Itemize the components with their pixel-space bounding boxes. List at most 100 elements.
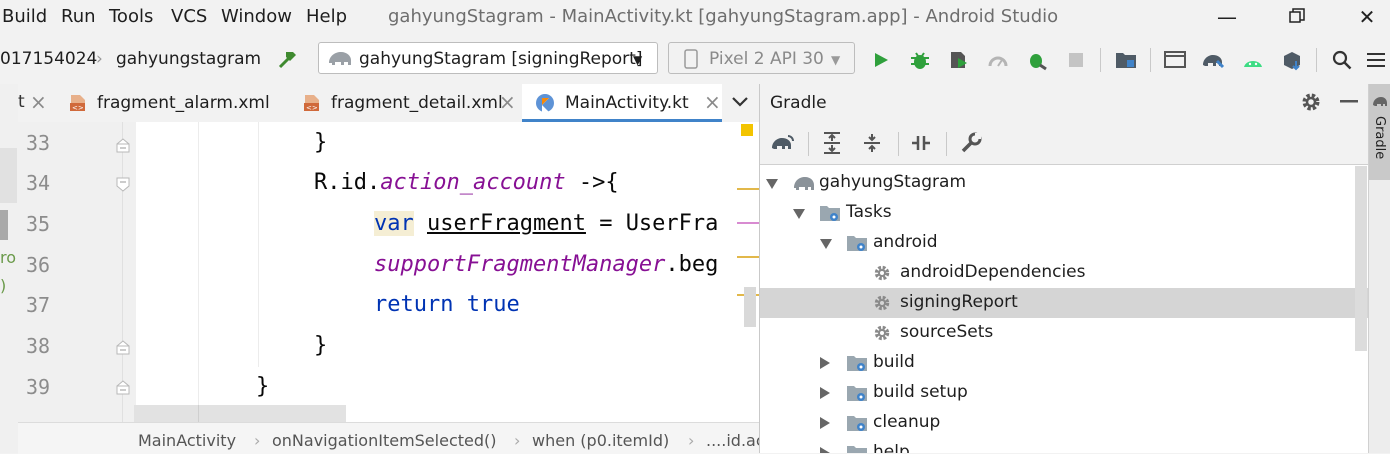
breadcrumb-class[interactable]: MainActivity (138, 431, 236, 450)
chevron-down-icon: ▼ (633, 53, 643, 67)
toggle-offline-icon[interactable] (910, 132, 932, 154)
tree-item-source-sets[interactable]: sourceSets (760, 318, 1369, 348)
expand-all-icon[interactable] (822, 132, 842, 154)
menu-window[interactable]: Window (221, 6, 292, 27)
fold-start-icon[interactable] (115, 176, 131, 192)
code-line-34: R.id.action_account ->{ (314, 170, 619, 195)
chevron-down-icon[interactable] (820, 239, 832, 249)
minimize-button[interactable]: — (1213, 4, 1241, 30)
left-clip-text: ro (0, 248, 17, 267)
nav-crumb-path[interactable]: 017154024 (0, 49, 97, 69)
tree-item-build-setup[interactable]: build setup (760, 378, 1369, 408)
chevron-down-icon[interactable] (793, 209, 805, 219)
chevron-right-icon[interactable] (820, 357, 830, 369)
nav-crumb-project[interactable]: gahyungstagram (116, 49, 261, 69)
tree-item-build[interactable]: build (760, 348, 1369, 378)
warning-marker[interactable] (737, 256, 759, 258)
inspection-status-icon[interactable] (741, 124, 753, 136)
gear-icon (874, 325, 890, 341)
refresh-gradle-icon[interactable] (770, 132, 796, 154)
run-icon[interactable] (867, 46, 895, 74)
attach-debugger-icon[interactable] (1023, 46, 1051, 74)
sdk-manager-icon[interactable] (1239, 46, 1267, 74)
collapse-all-icon[interactable] (862, 132, 882, 154)
close-icon[interactable]: × (499, 90, 516, 114)
xml-file-icon: <> (70, 95, 85, 112)
tab-fragment-detail[interactable]: <> fragment_detail.xml × (296, 84, 520, 122)
gradle-stripe-button[interactable]: Gradle (1369, 84, 1390, 180)
breadcrumb-when[interactable]: when (p0.itemId) (532, 431, 669, 450)
hammer-icon[interactable] (274, 46, 302, 74)
breadcrumb-branch[interactable]: ....id.ac (706, 431, 765, 450)
fold-end-icon[interactable] (115, 380, 131, 396)
task-folder-icon (847, 236, 867, 251)
fold-end-icon[interactable] (115, 138, 131, 154)
tree-item-help[interactable]: help (760, 438, 1369, 453)
menu-build[interactable]: Build (2, 6, 47, 27)
phone-icon (684, 49, 698, 69)
tab-label: MainActivity.kt (565, 93, 689, 113)
project-structure-icon[interactable] (1112, 46, 1140, 74)
tree-item-tasks[interactable]: Tasks (760, 198, 1369, 228)
breadcrumb-method[interactable]: onNavigationItemSelected() (272, 431, 497, 450)
right-tool-stripe: Gradle (1368, 84, 1390, 453)
tab-overflow-button[interactable] (722, 84, 759, 122)
vertical-scrollbar-thumb[interactable] (744, 287, 756, 327)
debug-icon[interactable] (906, 46, 934, 74)
restore-button[interactable] (1283, 4, 1311, 30)
profiler-icon[interactable] (984, 46, 1012, 74)
close-window-button[interactable]: ✕ (1353, 4, 1381, 30)
run-config-select[interactable]: gahyungStagram [signingReport] ▼ (318, 42, 658, 74)
line-number: 35 (26, 212, 51, 236)
close-icon[interactable]: × (704, 90, 721, 114)
search-icon[interactable] (1328, 46, 1356, 74)
minimize-panel-icon[interactable] (1340, 100, 1358, 104)
tree-item-android-dependencies[interactable]: androidDependencies (760, 258, 1369, 288)
tab-label: fragment_detail.xml (331, 93, 503, 113)
code-line-36: supportFragmentManager.beg (374, 252, 719, 277)
wrench-icon[interactable] (960, 132, 982, 154)
menu-run[interactable]: Run (61, 6, 96, 27)
tree-item-root[interactable]: gahyungStagram (760, 168, 1369, 198)
stop-icon[interactable] (1062, 46, 1090, 74)
chevron-down-icon[interactable] (766, 179, 778, 189)
horizontal-scrollbar-thumb[interactable] (134, 405, 346, 422)
gradle-elephant-icon (794, 177, 814, 190)
tab-hidden-partial[interactable]: t × (18, 84, 48, 122)
tree-item-android[interactable]: android (760, 228, 1369, 258)
sync-gradle-icon[interactable] (1200, 46, 1228, 74)
line-number: 36 (26, 253, 51, 277)
warning-marker[interactable] (737, 188, 759, 190)
resource-download-icon[interactable] (1278, 46, 1306, 74)
chevron-right-icon[interactable] (820, 447, 830, 453)
device-select[interactable]: Pixel 2 API 30 ▼ (668, 42, 855, 74)
coverage-icon[interactable] (945, 46, 973, 74)
chevron-right-icon[interactable] (820, 417, 830, 429)
usage-marker[interactable] (737, 222, 759, 224)
menu-tools[interactable]: Tools (109, 6, 153, 27)
gradle-toolbar (760, 122, 1369, 165)
chevron-right-icon: › (688, 431, 695, 450)
tree-item-cleanup[interactable]: cleanup (760, 408, 1369, 438)
tab-fragment-alarm[interactable]: <> fragment_alarm.xml (62, 84, 294, 122)
menu-icon[interactable] (1362, 46, 1390, 74)
gear-icon[interactable] (1300, 91, 1322, 113)
tree-item-label: gahyungStagram (819, 172, 967, 192)
menu-vcs[interactable]: VCS (171, 6, 207, 27)
kotlin-file-icon (536, 94, 554, 112)
chevron-right-icon[interactable] (820, 387, 830, 399)
gradle-header: Gradle (760, 84, 1369, 122)
code-editor[interactable]: 33 34 35 36 37 38 39 } R.id.action_accou… (18, 122, 759, 422)
avd-manager-icon[interactable] (1161, 46, 1189, 74)
gradle-scrollbar-thumb[interactable] (1355, 166, 1367, 351)
tree-item-label: build (873, 352, 915, 372)
close-icon[interactable]: × (30, 90, 47, 114)
tab-mainactivity[interactable]: MainActivity.kt × (522, 84, 722, 122)
fold-end-icon[interactable] (115, 340, 131, 356)
left-panel-scrollthumb[interactable] (0, 148, 17, 203)
tree-item-signing-report[interactable]: signingReport (760, 288, 1369, 318)
chevron-right-icon: › (254, 431, 261, 450)
menu-help[interactable]: Help (306, 6, 347, 27)
xml-file-icon: <> (304, 95, 319, 112)
line-number: 34 (26, 171, 51, 195)
